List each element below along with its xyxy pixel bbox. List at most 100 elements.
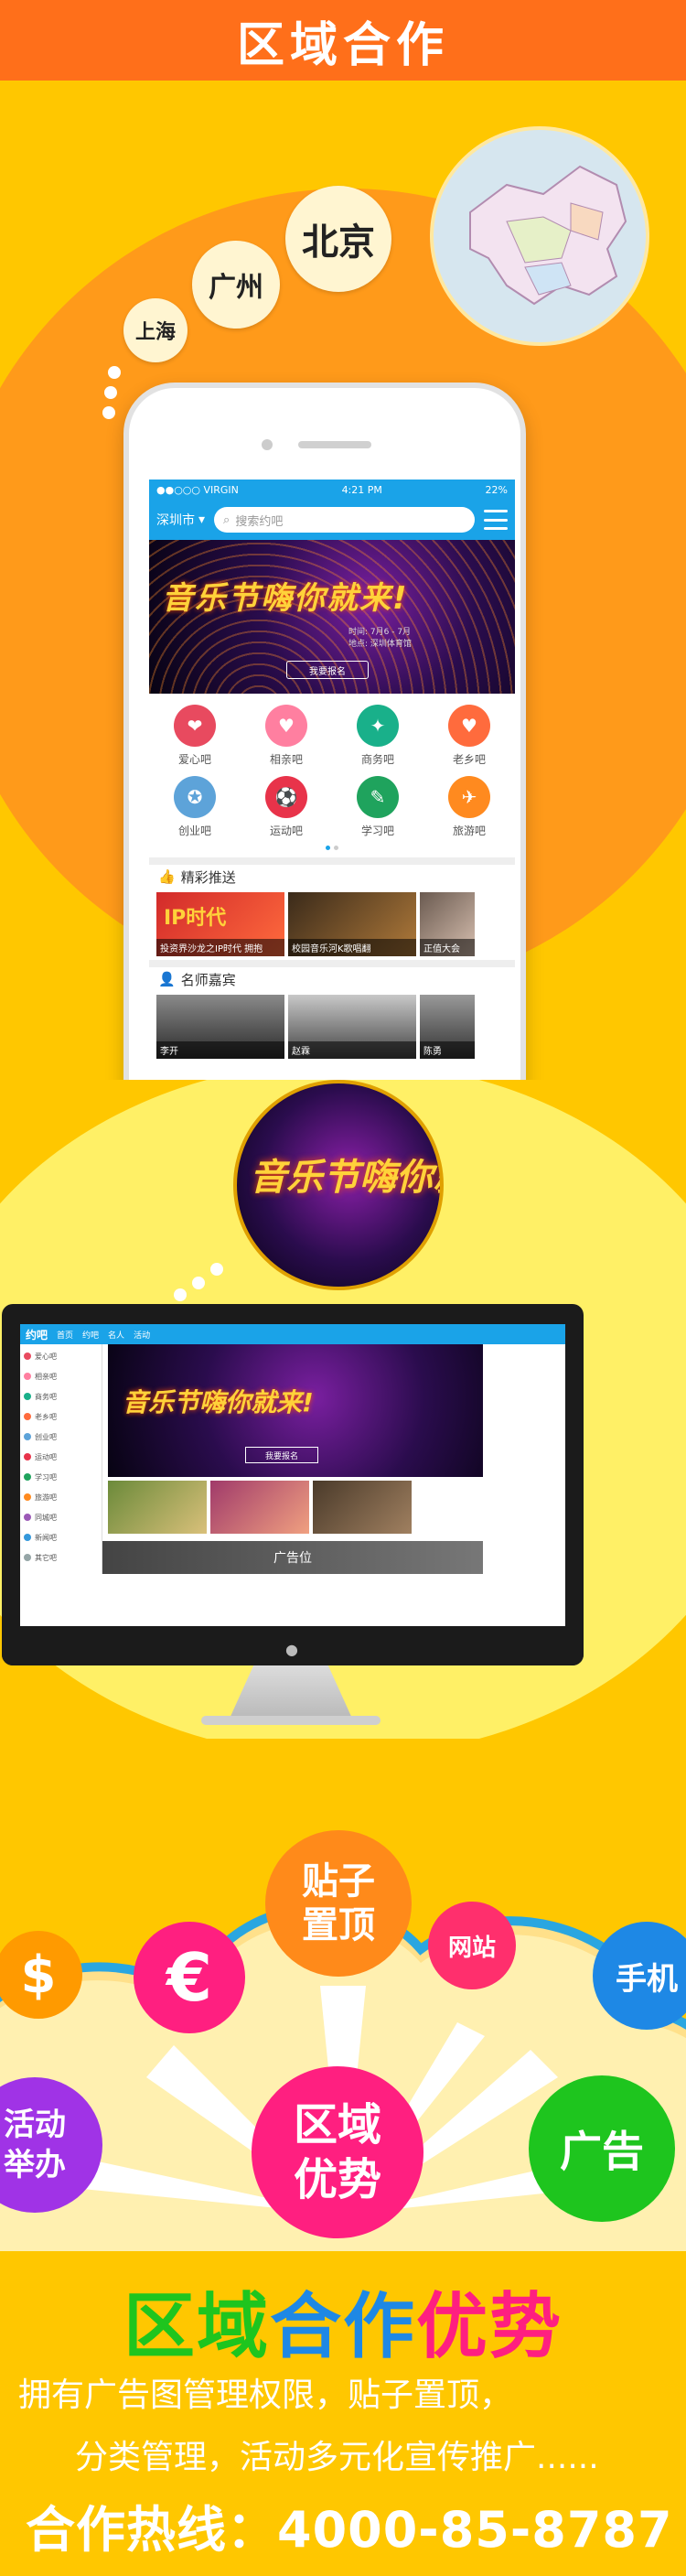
handshake-icon: ✦: [357, 705, 399, 747]
sidebar-item-0[interactable]: 爱心吧: [24, 1346, 98, 1366]
hotline[interactable]: 合作热线：4000-85-8787: [26, 2489, 673, 2561]
advantage-center: 区域优势: [252, 2066, 423, 2238]
photo-card[interactable]: [313, 1481, 412, 1534]
phone-screen: ●●○○○ VIRGIN 4:21 PM 22% 深圳市 ▾ ⌕ 搜索约吧 音乐…: [149, 480, 515, 1107]
euro-icon: €: [134, 1922, 245, 2033]
description-line-1: 拥有广告图管理权限，贴子置顶，: [18, 2377, 513, 2414]
advantage-ads: 广告: [529, 2075, 675, 2222]
city-label: 广州: [209, 272, 263, 304]
slogan-part-2: 合作: [269, 2286, 416, 2368]
category-2[interactable]: ✦ 商务吧: [332, 705, 423, 767]
signup-button[interactable]: 我要报名: [286, 661, 369, 679]
search-placeholder: 搜索约吧: [235, 514, 284, 529]
site-logo[interactable]: 约吧: [26, 1327, 48, 1342]
featured-card[interactable]: 校园音乐河K歌唱翻: [288, 892, 416, 956]
advantage-label: €: [166, 1939, 213, 2016]
sidebar-item-label: 相亲吧: [35, 1372, 57, 1381]
website-banner-title: 音乐节嗨你就来!: [123, 1387, 314, 1417]
advantage-label: 贴子置顶: [302, 1860, 375, 1946]
sidebar-item-label: 老乡吧: [35, 1412, 57, 1421]
banner-details: 时间: 7月6 - 7月 地点: 深圳体育馆: [348, 627, 412, 651]
sidebar-item-9[interactable]: 新闻吧: [24, 1527, 98, 1547]
website-body: 爱心吧相亲吧商务吧老乡吧创业吧 运动吧 学习吧旅游吧同城吧新闻吧 其它吧 音乐节嗨你就…: [20, 1344, 565, 1574]
monitor-chin: ●: [2, 1633, 584, 1665]
guest-card[interactable]: 陈勇: [420, 995, 475, 1059]
guest-card[interactable]: 李开: [156, 995, 284, 1059]
carrier: ●●○○○ VIRGIN: [156, 483, 239, 496]
featured-card[interactable]: 正值大会: [420, 892, 475, 956]
guest-name: 李开: [156, 1041, 284, 1059]
category-0[interactable]: ❤ 爱心吧: [149, 705, 241, 767]
category-1[interactable]: ♥ 相亲吧: [241, 705, 332, 767]
ad-slot[interactable]: 广告位: [102, 1541, 483, 1574]
featured-caption: 正值大会: [420, 939, 475, 956]
status-bar: ●●○○○ VIRGIN 4:21 PM 22%: [149, 480, 515, 500]
trail-dot: [102, 406, 115, 419]
nav-celebrity[interactable]: 名人: [108, 1329, 124, 1341]
category-dot-icon: [24, 1433, 31, 1440]
sidebar-item-1[interactable]: 相亲吧: [24, 1366, 98, 1386]
sidebar-item-3[interactable]: 老乡吧: [24, 1407, 98, 1427]
sidebar-item-6[interactable]: 学习吧: [24, 1467, 98, 1487]
sidebar-item-2[interactable]: 商务吧: [24, 1386, 98, 1407]
description-line-2: 分类管理，活动多元化宣传推广......: [75, 2439, 599, 2476]
nav-groups[interactable]: 约吧: [82, 1329, 99, 1341]
plane-icon: ✈: [448, 776, 490, 818]
advantage-center-label: 区域优势: [293, 2099, 381, 2205]
category-7[interactable]: ✈ 旅游吧: [423, 776, 515, 838]
photo-card[interactable]: [108, 1481, 207, 1534]
guest-card[interactable]: 赵霖: [288, 995, 416, 1059]
category-label: 创业吧: [177, 825, 211, 837]
person-icon: 👤: [158, 971, 176, 987]
thumbs-up-icon: 👍: [158, 868, 176, 885]
category-6[interactable]: ✎ 学习吧: [332, 776, 423, 838]
banner-place: 地点: 深圳体育馆: [348, 640, 412, 649]
category-dot-icon: [24, 1413, 31, 1420]
category-4[interactable]: ✪ 创业吧: [149, 776, 241, 838]
sidebar-item-label: 商务吧: [35, 1392, 57, 1401]
city-label: 上海: [134, 321, 176, 344]
category-dot-icon: [24, 1534, 31, 1541]
city-label: 深圳市: [156, 513, 195, 528]
advantages-section: 贴子置顶 网站 手机 广告 活动举办 $ € 区域优势: [0, 1739, 686, 2251]
promo-banner[interactable]: 音乐节嗨你就来! 时间: 7月6 - 7月 地点: 深圳体育馆 我要报名: [149, 540, 515, 694]
sidebar-item-4[interactable]: 创业吧: [24, 1427, 98, 1447]
slogan-part-1: 区域: [123, 2286, 270, 2368]
top-banner: 区域合作: [0, 0, 686, 81]
banner-time: 时间: 7月6 - 7月: [348, 628, 412, 637]
monitor-base: [201, 1716, 381, 1725]
advantage-label: $: [20, 1945, 57, 2005]
sidebar-item-7[interactable]: 旅游吧: [24, 1487, 98, 1507]
bubble-title: 音乐节嗨你就来!: [250, 1157, 440, 1199]
nav-events[interactable]: 活动: [134, 1329, 150, 1341]
sidebar-item-8[interactable]: 同城吧: [24, 1507, 98, 1527]
music-festival-bubble: 音乐节嗨你就来!: [233, 1080, 444, 1290]
sidebar-item-label: 爱心吧: [35, 1352, 57, 1361]
photo-card[interactable]: [210, 1481, 309, 1534]
category-dot-icon: [24, 1493, 31, 1501]
website-signup-button[interactable]: 我要报名: [245, 1447, 318, 1463]
phone-camera: [262, 439, 273, 450]
featured-card[interactable]: IP时代 投资界沙龙之IP时代 拥抱: [156, 892, 284, 956]
smartphone-mockup: ●●○○○ VIRGIN 4:21 PM 22% 深圳市 ▾ ⌕ 搜索约吧 音乐…: [123, 383, 526, 1107]
page-indicator: [149, 842, 515, 857]
category-3[interactable]: ♥ 老乡吧: [423, 705, 515, 767]
category-label: 爱心吧: [177, 753, 211, 766]
trail-dot: [104, 386, 117, 399]
website-banner[interactable]: 音乐节嗨你就来! 我要报名: [108, 1344, 483, 1477]
city-label: 北京: [302, 221, 375, 264]
search-input[interactable]: ⌕ 搜索约吧: [214, 507, 475, 533]
website-photo-grid: [102, 1477, 565, 1537]
sidebar-item-5[interactable]: 运动吧: [24, 1447, 98, 1467]
nav-home[interactable]: 首页: [57, 1329, 73, 1341]
sidebar-item-label: 旅游吧: [35, 1493, 57, 1502]
guests-title: 名师嘉宾: [180, 971, 236, 988]
footer-section: 区域合作优势 拥有广告图管理权限，贴子置顶， 分类管理，活动多元化宣传推广...…: [0, 2251, 686, 2576]
sidebar-item-10[interactable]: 其它吧: [24, 1547, 98, 1568]
category-5[interactable]: ⚽ 运动吧: [241, 776, 332, 838]
sidebar-item-label: 同城吧: [35, 1513, 57, 1522]
menu-icon[interactable]: [484, 510, 508, 530]
guest-name: 陈勇: [420, 1041, 475, 1059]
advantage-pin-post: 贴子置顶: [265, 1830, 412, 1977]
city-selector[interactable]: 深圳市 ▾: [156, 511, 205, 529]
